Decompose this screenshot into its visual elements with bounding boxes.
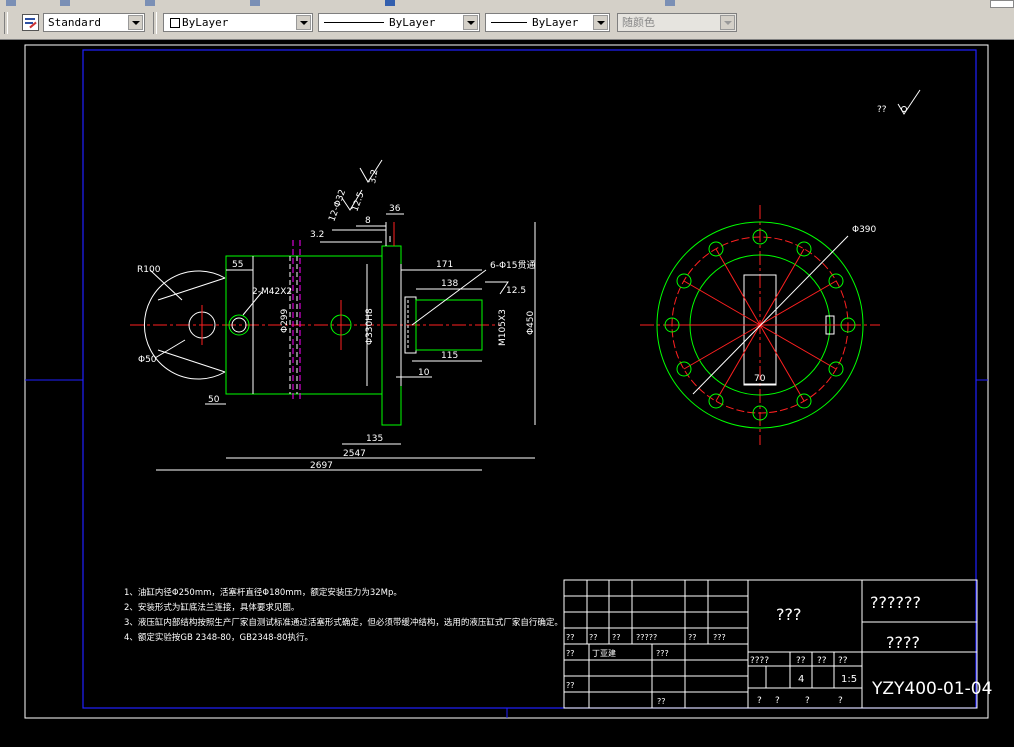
- sheet-q1: ?: [757, 696, 762, 706]
- properties-icon[interactable]: [145, 0, 155, 6]
- title-block-text: ??? ?????? ???? YZY400-01-04 4 1:5 ???? …: [566, 593, 992, 706]
- roughness-mark: ??: [877, 89, 921, 115]
- approve-label: ??: [657, 697, 666, 706]
- lineweight-preview-icon: [491, 22, 527, 23]
- dim-d299: Φ299: [280, 308, 290, 333]
- header-4: ?????: [636, 633, 657, 642]
- header-3: ??: [612, 633, 621, 642]
- sheet-q2: ?: [775, 696, 780, 706]
- dim-115: 115: [441, 351, 458, 361]
- dim-d390: Φ390: [852, 225, 877, 235]
- company-name: ??????: [870, 593, 921, 612]
- save-icon[interactable]: [385, 0, 395, 6]
- undo-icon[interactable]: [60, 0, 70, 6]
- chevron-down-icon: [720, 15, 735, 30]
- color-swatch-icon: [170, 18, 180, 28]
- header-5: ??: [688, 633, 697, 642]
- dim-36: 36: [389, 204, 401, 214]
- dim-m105: M105X3: [498, 309, 508, 346]
- open-icon[interactable]: [6, 0, 16, 6]
- note-3: 3、液压缸内部结构按照生产厂家自测试标准通过活塞形式确定，但必须带缓冲结构，选用…: [124, 617, 563, 628]
- layer-manager-icon[interactable]: [665, 0, 675, 6]
- dim-55: 55: [232, 260, 243, 270]
- note-4: 4、额定实验按GB 2348-80，GB2348-80执行。: [124, 632, 313, 643]
- chevron-down-icon[interactable]: [463, 15, 478, 30]
- chevron-down-icon[interactable]: [128, 15, 143, 30]
- color-value: ByLayer: [182, 16, 229, 29]
- toolbar-separator: [4, 12, 8, 34]
- dim-d450: Φ450: [526, 310, 536, 335]
- material: ????: [886, 633, 920, 652]
- toolbar-separator: [153, 12, 157, 34]
- dim-50: 50: [208, 395, 220, 405]
- design-label: ??: [566, 649, 575, 658]
- plotstyle-select: 随颜色: [617, 13, 737, 32]
- window-control[interactable]: [990, 0, 1014, 8]
- side-view: [130, 222, 500, 426]
- header-2: ??: [589, 633, 598, 642]
- check-label: ??: [566, 681, 575, 690]
- part-name: ???: [776, 605, 801, 624]
- rough-12-5: 12.5: [350, 191, 366, 213]
- sheet-q3: ?: [805, 696, 810, 706]
- col-c-label: ??: [838, 656, 848, 666]
- dim-8: 8: [365, 216, 371, 226]
- dim-d330: Φ330H8: [365, 308, 375, 345]
- header-1: ??: [566, 633, 575, 642]
- lineweight-select[interactable]: ByLayer: [485, 13, 610, 32]
- text-style-select[interactable]: Standard: [43, 13, 145, 32]
- text-style-icon[interactable]: [22, 14, 39, 31]
- dim-10: 10: [418, 368, 430, 378]
- designer-name: 丁亚建: [592, 648, 616, 658]
- note-1: 1、油缸内径Φ250mm，活塞杆直径Φ180mm，额定安装压力为32Mp。: [124, 587, 402, 598]
- properties-toolbar: Standard ByLayer ByLayer ByLayer 随颜色: [0, 8, 1014, 40]
- rough-3-2a: 3.2: [368, 169, 380, 185]
- side-view-dimensions: R100 Φ50 55 2-M42X2 50 Φ299 Φ330H8 12-Φ3…: [137, 159, 536, 471]
- design-date: ???: [656, 649, 669, 658]
- layer-icon[interactable]: [250, 0, 260, 6]
- col-a-label: ??: [796, 656, 806, 666]
- color-select[interactable]: ByLayer: [163, 13, 313, 32]
- linetype-preview-icon: [324, 22, 384, 23]
- chevron-down-icon[interactable]: [593, 15, 608, 30]
- dim-6-holes: 6-Φ15贯通: [490, 260, 536, 271]
- corner-roughness-label: ??: [877, 105, 887, 115]
- linetype-value: ByLayer: [389, 16, 436, 29]
- drawing-canvas[interactable]: ?? R100 Φ50 55 2-M42X2 50 Φ299 Φ330H8 12…: [0, 40, 1014, 747]
- scale: 1:5: [841, 674, 857, 685]
- dim-12-holes: 12-Φ32: [327, 188, 348, 223]
- technical-notes: 1、油缸内径Φ250mm，活塞杆直径Φ180mm，额定安装压力为32Mp。 2、…: [124, 587, 563, 643]
- dim-70: 70: [754, 374, 766, 384]
- dim-171: 171: [436, 260, 453, 270]
- lineweight-value: ByLayer: [532, 16, 579, 29]
- drawing-number: YZY400-01-04: [871, 679, 992, 699]
- linetype-select[interactable]: ByLayer: [318, 13, 480, 32]
- col-b-label: ??: [817, 656, 827, 666]
- cad-drawing[interactable]: ?? R100 Φ50 55 2-M42X2 50 Φ299 Φ330H8 12…: [0, 40, 1014, 747]
- plotstyle-value: 随颜色: [622, 16, 655, 29]
- front-view: Φ390 70: [640, 205, 880, 445]
- quantity: 4: [798, 674, 804, 685]
- header-6: ???: [713, 633, 726, 642]
- dim-2697: 2697: [310, 461, 333, 471]
- dim-135: 135: [366, 434, 383, 444]
- chevron-down-icon[interactable]: [296, 15, 311, 30]
- note-2: 2、安装形式为缸底法兰连接，具体要求见图。: [124, 602, 299, 613]
- text-style-value: Standard: [48, 16, 101, 29]
- stage-label: ????: [750, 656, 769, 666]
- dim-r100: R100: [137, 265, 161, 275]
- dim-138: 138: [441, 279, 458, 289]
- rough-12-5b: 12.5: [506, 286, 526, 296]
- dim-2547: 2547: [343, 449, 366, 459]
- rough-3-2b: 3.2: [310, 230, 324, 240]
- dim-d50: Φ50: [138, 355, 157, 365]
- sheet-q4: ?: [838, 696, 843, 706]
- dim-m42: 2-M42X2: [252, 287, 292, 297]
